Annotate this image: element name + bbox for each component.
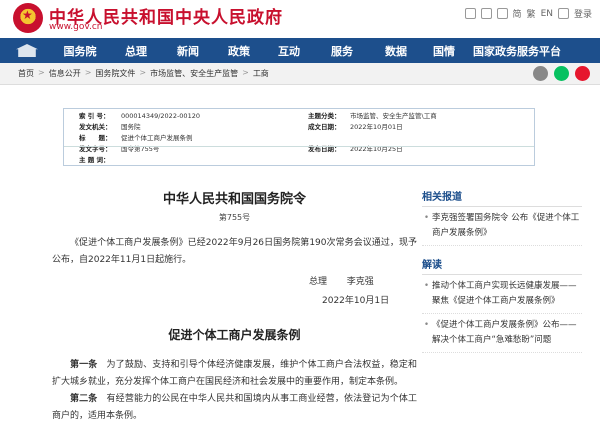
site-header: 中华人民共和国中央人民政府 www.gov.cn 简 繁 EN 登录: [0, 0, 600, 36]
article-text: 为了鼓励、支持和引导个体经济健康发展，维护个体工商户合法权益，稳定和扩大城乡就业…: [52, 360, 417, 387]
info-key: 索 引 号：: [79, 112, 110, 120]
breadcrumb-bar: 首页 > 信息公开 > 国务院文件 > 市场监管、安全生产监管 > 工商: [0, 63, 600, 85]
english-link[interactable]: EN: [541, 9, 553, 19]
wechat-share-icon[interactable]: [554, 66, 569, 81]
article-number: 第二条: [70, 394, 98, 404]
breadcrumb-separator: >: [139, 68, 147, 77]
interpretation-heading: 解读: [422, 256, 582, 275]
article-text: 有经营能力的公民在中华人民共和国境内从事工商业经营，依法登记为个体工商户的，适用…: [52, 394, 417, 421]
related-report-link[interactable]: 李克强签署国务院令 公布《促进个体工商户发展条例》: [422, 207, 582, 246]
article-number: 第一条: [70, 360, 98, 370]
login-link[interactable]: 登录: [574, 7, 592, 20]
home-building-icon[interactable]: [0, 38, 50, 63]
info-value: 国务院: [121, 123, 141, 131]
simplified-link[interactable]: 简: [513, 7, 522, 20]
info-key: 成文日期：: [308, 123, 341, 131]
info-row: 标 题： 促进个体工商户发展条例: [79, 133, 200, 144]
nav-item-state-council[interactable]: 国务院: [50, 43, 110, 59]
wechat-icon[interactable]: [480, 8, 492, 19]
share-buttons: [533, 66, 590, 81]
article-paragraph: 第二条 有经营能力的公民在中华人民共和国境内从事工商业经营，依法登记为个体工商户…: [52, 391, 417, 425]
info-key: 主题分类：: [308, 112, 341, 120]
nav-item-gov-service-platform[interactable]: 国家政务服务平台: [466, 43, 568, 59]
sidebar: 相关报道 李克强签署国务院令 公布《促进个体工商户发展条例》 解读 推动个体工商…: [422, 188, 582, 353]
breadcrumb-home[interactable]: 首页: [18, 68, 34, 79]
info-row: 索 引 号： 000014349/2022-00120: [79, 111, 200, 122]
breadcrumb-info-public[interactable]: 信息公开: [49, 68, 81, 79]
info-right-column: 主题分类： 市场监管、安全生产监管\工商 成文日期： 2022年10月01日 发布日…: [308, 111, 437, 166]
info-key: [308, 155, 350, 166]
info-value: 市场监管、安全生产监管\工商: [350, 112, 437, 120]
info-row: [308, 155, 437, 166]
sign-date: 2022年10月1日: [322, 296, 390, 306]
nav-item-policy[interactable]: 政策: [214, 43, 264, 59]
info-key: 标 题：: [79, 134, 112, 142]
decree-number: 第755号: [218, 213, 251, 222]
nav-item-news[interactable]: 新闻: [162, 43, 214, 59]
breadcrumb-state-docs[interactable]: 国务院文件: [95, 68, 135, 79]
info-row: [308, 133, 437, 144]
breadcrumb: 首页 > 信息公开 > 国务院文件 > 市场监管、安全生产监管 > 工商: [18, 68, 269, 79]
signature-line: 总理 李克强: [52, 274, 417, 287]
app-icon[interactable]: [496, 8, 508, 19]
info-value: 2022年10月01日: [350, 123, 403, 131]
signer-name: 李克强: [346, 277, 374, 287]
breadcrumb-separator: >: [84, 68, 92, 77]
site-url: www.gov.cn: [49, 22, 103, 32]
interpretation-link[interactable]: 推动个体工商户实现长远健康发展——聚焦《促进个体工商户发展条例》: [422, 275, 582, 314]
nav-item-national-info[interactable]: 国情: [422, 43, 466, 59]
divider: [64, 146, 534, 147]
breadcrumb-separator: >: [38, 68, 45, 77]
article-paragraph: 第一条 为了鼓励、支持和引导个体经济健康发展，维护个体工商户合法权益，稳定和扩大…: [52, 357, 417, 391]
traditional-link[interactable]: 繁: [527, 7, 536, 20]
nav-item-premier[interactable]: 总理: [110, 43, 162, 59]
main-nav: 国务院 总理 新闻 政策 互动 服务 数据 国情 国家政务服务平台: [0, 38, 600, 63]
info-row: 发文机关： 国务院: [79, 122, 200, 133]
signer-role: 总理: [309, 277, 328, 287]
search-icon[interactable]: [557, 8, 569, 19]
info-key: [308, 133, 350, 144]
related-reports-heading: 相关报道: [422, 188, 582, 207]
breadcrumb-separator: >: [242, 68, 249, 77]
info-key: 发文机关：: [79, 123, 112, 131]
weibo-share-icon[interactable]: [575, 66, 590, 81]
info-row: 主 题 词：: [79, 155, 200, 166]
document-body: 中华人民共和国国务院令 第755号 《促进个体工商户发展条例》已经2022年9月…: [52, 188, 417, 425]
interpretation-link[interactable]: 《促进个体工商户发展条例》公布——解决个体工商户“急难愁盼”问题: [422, 314, 582, 353]
nav-item-interaction[interactable]: 互动: [264, 43, 314, 59]
breadcrumb-commerce[interactable]: 工商: [253, 68, 269, 79]
law-title: 促进个体工商户发展条例: [168, 328, 301, 342]
info-value: 促进个体工商户发展条例: [121, 134, 193, 142]
nav-item-service[interactable]: 服务: [314, 43, 370, 59]
breadcrumb-market-regulation[interactable]: 市场监管、安全生产监管: [150, 68, 238, 79]
info-key: 主 题 词：: [79, 156, 110, 164]
decree-intro: 《促进个体工商户发展条例》已经2022年9月26日国务院第190次常务会议通过，…: [52, 238, 417, 265]
info-value: 000014349/2022-00120: [121, 112, 200, 120]
weibo-icon[interactable]: [464, 8, 476, 19]
info-row: 成文日期： 2022年10月01日: [308, 122, 437, 133]
decree-title: 中华人民共和国国务院令: [162, 192, 306, 207]
top-toolbar: 简 繁 EN 登录: [464, 7, 592, 20]
document-info-table: 索 引 号： 000014349/2022-00120 发文机关： 国务院 标 题：…: [63, 108, 535, 166]
nav-item-data[interactable]: 数据: [370, 43, 422, 59]
info-left-column: 索 引 号： 000014349/2022-00120 发文机关： 国务院 标 题：…: [79, 111, 200, 166]
print-icon[interactable]: [533, 66, 548, 81]
national-emblem-logo[interactable]: [13, 3, 43, 33]
info-row: 主题分类： 市场监管、安全生产监管\工商: [308, 111, 437, 122]
